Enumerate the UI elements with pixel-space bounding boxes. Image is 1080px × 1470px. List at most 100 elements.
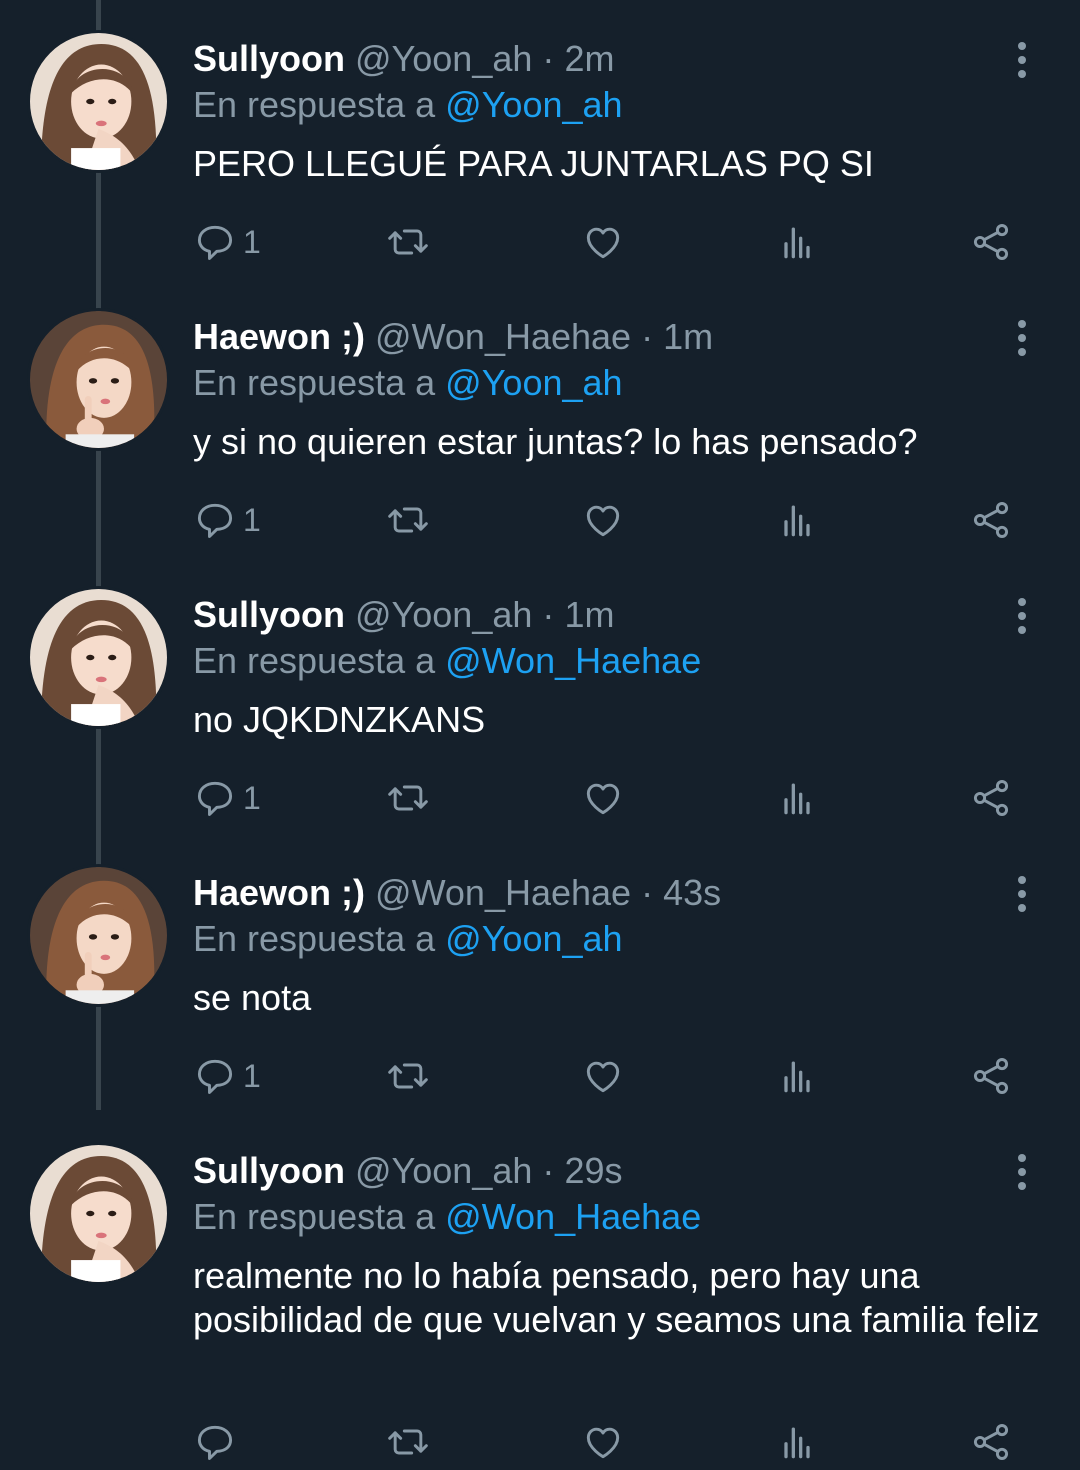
reply-button[interactable]: 1: [193, 492, 261, 548]
display-name[interactable]: Sullyoon: [193, 594, 345, 635]
more-options-button[interactable]: [1006, 318, 1038, 358]
reply-button[interactable]: 1: [193, 1048, 261, 1104]
more-vertical-icon: [1018, 1154, 1026, 1190]
reply-button[interactable]: 1: [193, 770, 261, 826]
replying-prefix: En respuesta a: [193, 918, 436, 959]
heart-icon: [586, 1061, 620, 1093]
more-options-button[interactable]: [1006, 1152, 1038, 1192]
display-name[interactable]: Haewon ;): [193, 872, 365, 913]
like-button[interactable]: [581, 770, 625, 826]
mention-link[interactable]: @Yoon_ah: [445, 918, 622, 959]
share-icon: [973, 224, 1009, 260]
avatar-sullyoon: [30, 1145, 167, 1282]
tweet-header: Sullyoon @Yoon_ah · 29s: [193, 1150, 622, 1192]
reply-icon: [197, 503, 233, 538]
tweet[interactable]: Sullyoon @Yoon_ah · 2m En respuesta a @Y…: [0, 0, 1080, 278]
like-button[interactable]: [581, 214, 625, 270]
like-button[interactable]: [581, 1414, 625, 1470]
tweet[interactable]: Sullyoon @Yoon_ah · 1m En respuesta a @W…: [0, 556, 1080, 834]
timestamp[interactable]: 2m: [564, 38, 614, 79]
reply-icon: [197, 781, 233, 816]
user-handle[interactable]: @Yoon_ah: [355, 594, 532, 635]
tweet-actions: 1: [193, 770, 1053, 826]
tweet-header: Haewon ;) @Won_Haehae · 1m: [193, 316, 713, 358]
display-name[interactable]: Sullyoon: [193, 1150, 345, 1191]
retweet-button[interactable]: [386, 770, 430, 826]
timestamp[interactable]: 43s: [663, 872, 721, 913]
analytics-icon: [784, 1061, 810, 1093]
avatar-haewon: [30, 311, 167, 448]
avatar-sullyoon: [30, 589, 167, 726]
retweet-button[interactable]: [386, 1414, 430, 1470]
display-name[interactable]: Sullyoon: [193, 38, 345, 79]
share-icon: [973, 1058, 1009, 1094]
avatar-haewon: [30, 867, 167, 1004]
retweet-button[interactable]: [386, 1048, 430, 1104]
analytics-icon: [784, 505, 810, 537]
analytics-icon: [784, 1427, 810, 1459]
retweet-icon: [388, 229, 428, 255]
retweet-button[interactable]: [386, 214, 430, 270]
mention-link[interactable]: @Yoon_ah: [445, 84, 622, 125]
reply-button[interactable]: [193, 1414, 243, 1470]
more-vertical-icon: [1018, 598, 1026, 634]
more-options-button[interactable]: [1006, 40, 1038, 80]
reply-count: 1: [243, 223, 261, 260]
reply-count: 1: [243, 1057, 261, 1094]
separator-dot: ·: [542, 594, 555, 635]
timestamp[interactable]: 1m: [663, 316, 713, 357]
avatar[interactable]: [27, 586, 170, 729]
tweet[interactable]: Haewon ;) @Won_Haehae · 43s En respuesta…: [0, 834, 1080, 1112]
replying-to: En respuesta a @Yoon_ah: [193, 362, 623, 404]
display-name[interactable]: Haewon ;): [193, 316, 365, 357]
reply-button[interactable]: 1: [193, 214, 261, 270]
retweet-icon: [388, 507, 428, 533]
share-button[interactable]: [969, 770, 1013, 826]
like-button[interactable]: [581, 1048, 625, 1104]
views-button[interactable]: [775, 770, 819, 826]
tweet[interactable]: Haewon ;) @Won_Haehae · 1m En respuesta …: [0, 278, 1080, 556]
avatar[interactable]: [27, 864, 170, 1007]
more-options-button[interactable]: [1006, 596, 1038, 636]
share-icon: [973, 502, 1009, 538]
more-vertical-icon: [1018, 320, 1026, 356]
avatar[interactable]: [27, 308, 170, 451]
analytics-icon: [784, 783, 810, 815]
user-handle[interactable]: @Won_Haehae: [375, 316, 631, 357]
mention-link[interactable]: @Won_Haehae: [445, 640, 701, 681]
tweet-actions: 1: [193, 214, 1053, 270]
retweet-button[interactable]: [386, 492, 430, 548]
user-handle[interactable]: @Yoon_ah: [355, 38, 532, 79]
reply-count: 1: [243, 501, 261, 538]
avatar[interactable]: [27, 30, 170, 173]
timestamp[interactable]: 1m: [564, 594, 614, 635]
tweet[interactable]: Sullyoon @Yoon_ah · 29s En respuesta a @…: [0, 1112, 1080, 1470]
tweet-header: Sullyoon @Yoon_ah · 1m: [193, 594, 614, 636]
views-button[interactable]: [775, 1414, 819, 1470]
more-options-button[interactable]: [1006, 874, 1038, 914]
replying-to: En respuesta a @Won_Haehae: [193, 1196, 701, 1238]
user-handle[interactable]: @Yoon_ah: [355, 1150, 532, 1191]
tweet-actions: 1: [193, 1048, 1053, 1104]
avatar[interactable]: [27, 1142, 170, 1285]
views-button[interactable]: [775, 214, 819, 270]
replying-prefix: En respuesta a: [193, 362, 436, 403]
tweet-text: no JQKDNZKANS: [193, 699, 486, 740]
share-button[interactable]: [969, 214, 1013, 270]
share-button[interactable]: [969, 492, 1013, 548]
mention-link[interactable]: @Yoon_ah: [445, 362, 622, 403]
replying-to: En respuesta a @Yoon_ah: [193, 84, 623, 126]
views-button[interactable]: [775, 492, 819, 548]
views-button[interactable]: [775, 1048, 819, 1104]
like-button[interactable]: [581, 492, 625, 548]
share-icon: [973, 1424, 1009, 1460]
mention-link[interactable]: @Won_Haehae: [445, 1196, 701, 1237]
share-button[interactable]: [969, 1414, 1013, 1470]
timestamp[interactable]: 29s: [564, 1150, 622, 1191]
user-handle[interactable]: @Won_Haehae: [375, 872, 631, 913]
replying-to: En respuesta a @Won_Haehae: [193, 640, 701, 682]
heart-icon: [586, 1427, 620, 1459]
reply-count: 1: [243, 779, 261, 816]
share-button[interactable]: [969, 1048, 1013, 1104]
heart-icon: [586, 505, 620, 537]
